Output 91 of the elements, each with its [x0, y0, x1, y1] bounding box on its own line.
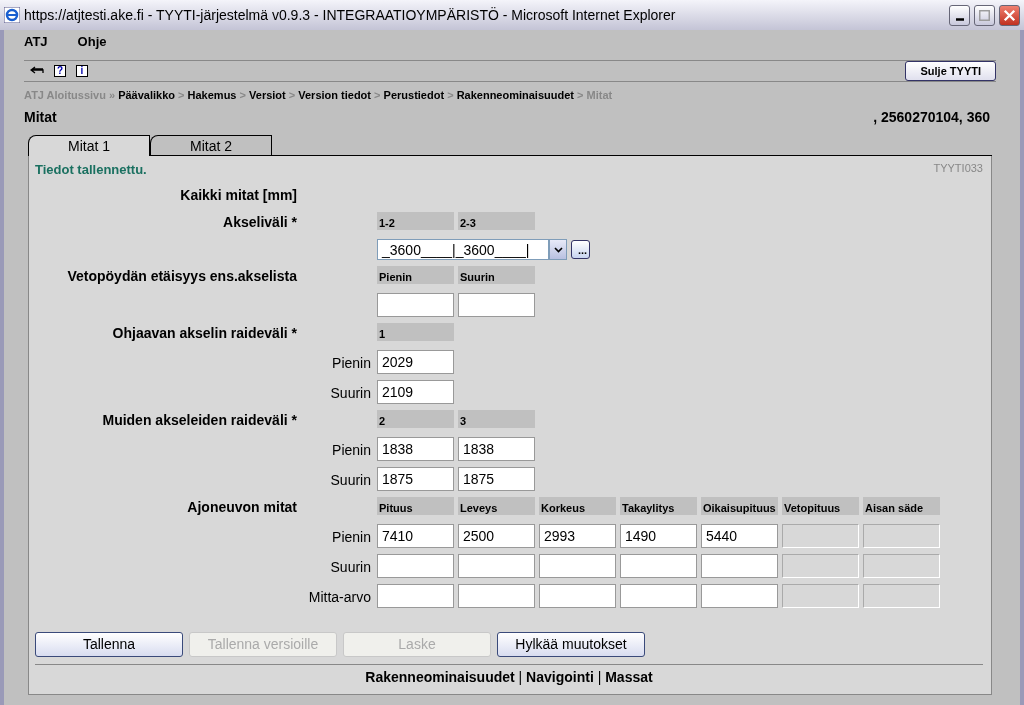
row-label: Suurin [329, 471, 372, 490]
link-separator: | [517, 669, 524, 685]
breadcrumb-separator: > [287, 89, 297, 101]
column-header: 2 [377, 410, 454, 428]
caret-icon [553, 246, 563, 253]
column-header: Takaylitys [620, 497, 697, 515]
info-icon[interactable]: i [76, 65, 88, 77]
input-field[interactable] [620, 584, 697, 608]
column-header: Oikaisupituus [701, 497, 778, 515]
column-header: Vetopituus [782, 497, 859, 515]
breadcrumb-separator: > [177, 89, 186, 101]
back-icon[interactable] [30, 66, 44, 76]
page-title: Mitat [24, 107, 57, 127]
input-field[interactable] [620, 554, 697, 578]
action-button[interactable]: Hylkää muutokset [497, 632, 645, 657]
column-header: Korkeus [539, 497, 616, 515]
column-header: Suurin [458, 266, 535, 284]
input-field[interactable] [377, 293, 454, 317]
breadcrumb-link[interactable]: Perustiedot [383, 89, 445, 101]
field-label: Muiden akseleiden raideväli * [101, 411, 297, 430]
column-header: 3 [458, 410, 535, 428]
breadcrumb-link[interactable]: Version tiedot [298, 89, 371, 101]
input-field[interactable] [458, 584, 535, 608]
breadcrumb-link[interactable]: Päävalikko [118, 89, 175, 101]
tab[interactable]: Mitat 2 [150, 134, 272, 155]
column-header: 2-3 [458, 212, 535, 230]
browser-icon [4, 7, 20, 23]
input-field[interactable]: 1875 [458, 467, 535, 491]
footer-link[interactable]: Navigointi [526, 669, 594, 685]
tab[interactable]: Mitat 1 [28, 134, 150, 156]
input-field[interactable] [701, 584, 778, 608]
column-header: Leveys [458, 497, 535, 515]
breadcrumb-separator: > [446, 89, 455, 101]
footer-link[interactable]: Massat [605, 669, 653, 685]
field-label: Ohjaavan akselin raideväli * [111, 324, 297, 343]
column-header: 1-2 [377, 212, 454, 230]
input-field[interactable]: 2029 [377, 350, 454, 374]
input-field[interactable]: 7410 [377, 524, 454, 548]
input-field[interactable] [377, 554, 454, 578]
minimize-button[interactable] [949, 4, 970, 26]
row-label: Pienin [331, 354, 372, 373]
form-code: TYYTI033 [933, 160, 983, 176]
row-label: Suurin [329, 384, 372, 403]
input-field[interactable]: 5440 [701, 524, 778, 548]
row-label: Suurin [329, 558, 372, 577]
status-message: Tiedot tallennettu. [35, 160, 147, 179]
input-field[interactable]: 1490 [620, 524, 697, 548]
link-separator: | [596, 669, 603, 685]
input-field[interactable]: 1875 [377, 467, 454, 491]
action-button[interactable]: Tallenna [35, 632, 183, 657]
footer-link[interactable]: Rakenneominaisuudet [365, 669, 515, 685]
breadcrumb-separator: > [373, 89, 382, 101]
input-field[interactable]: 1838 [377, 437, 454, 461]
more-button[interactable]: ... [571, 240, 590, 259]
maximize-button[interactable] [974, 4, 995, 26]
input-field[interactable]: 2500 [458, 524, 535, 548]
menu-item[interactable]: Ohje [77, 32, 107, 60]
input-field[interactable] [458, 554, 535, 578]
close-app-button[interactable]: Sulje TYYTI [905, 60, 996, 82]
input-field[interactable]: 2993 [539, 524, 616, 548]
breadcrumb-separator: > [238, 89, 247, 101]
column-header: Pienin [377, 266, 454, 284]
field-label: Ajoneuvon mitat [186, 498, 297, 517]
breadcrumb-link[interactable]: Versiot [249, 89, 286, 101]
input-field[interactable]: 2109 [377, 380, 454, 404]
row-label: Pienin [331, 441, 372, 460]
input-field[interactable] [701, 554, 778, 578]
column-header: Aisan säde [863, 497, 940, 515]
field-label: Akseliväli * [222, 213, 297, 232]
breadcrumb-link[interactable]: Hakemus [187, 89, 237, 101]
input-field[interactable] [539, 554, 616, 578]
field-label: Vetopöydän etäisyys ens.akselista [66, 267, 297, 286]
input-field[interactable] [458, 293, 535, 317]
menu-item[interactable]: ATJ [24, 32, 48, 60]
close-button[interactable] [999, 4, 1020, 26]
breadcrumb-link[interactable]: Rakenneominaisuudet [456, 89, 574, 101]
minimize-icon [955, 18, 964, 21]
row-label: Mitta-arvo [307, 588, 372, 607]
row-label: Pienin [331, 528, 372, 547]
breadcrumb-separator: > [576, 89, 585, 101]
section-heading: Kaikki mitat [mm] [179, 186, 297, 205]
record-info: , 2560270104, 360 [873, 107, 990, 127]
column-header: 1 [377, 323, 454, 341]
input-field[interactable]: 1838 [458, 437, 535, 461]
column-header: Pituus [377, 497, 454, 515]
help-icon[interactable]: ? [54, 65, 66, 77]
input-field[interactable] [377, 584, 454, 608]
input-field[interactable] [539, 584, 616, 608]
window-title: https://atjtesti.ake.fi - TYYTI-järjestelmä v0.9.3 - INTEGRAATIOYMPÄRISTÖ - Microsoft Internet Explorer [24, 5, 677, 25]
breadcrumb-separator: » [107, 89, 117, 101]
breadcrumb-current: Mitat [586, 89, 613, 101]
